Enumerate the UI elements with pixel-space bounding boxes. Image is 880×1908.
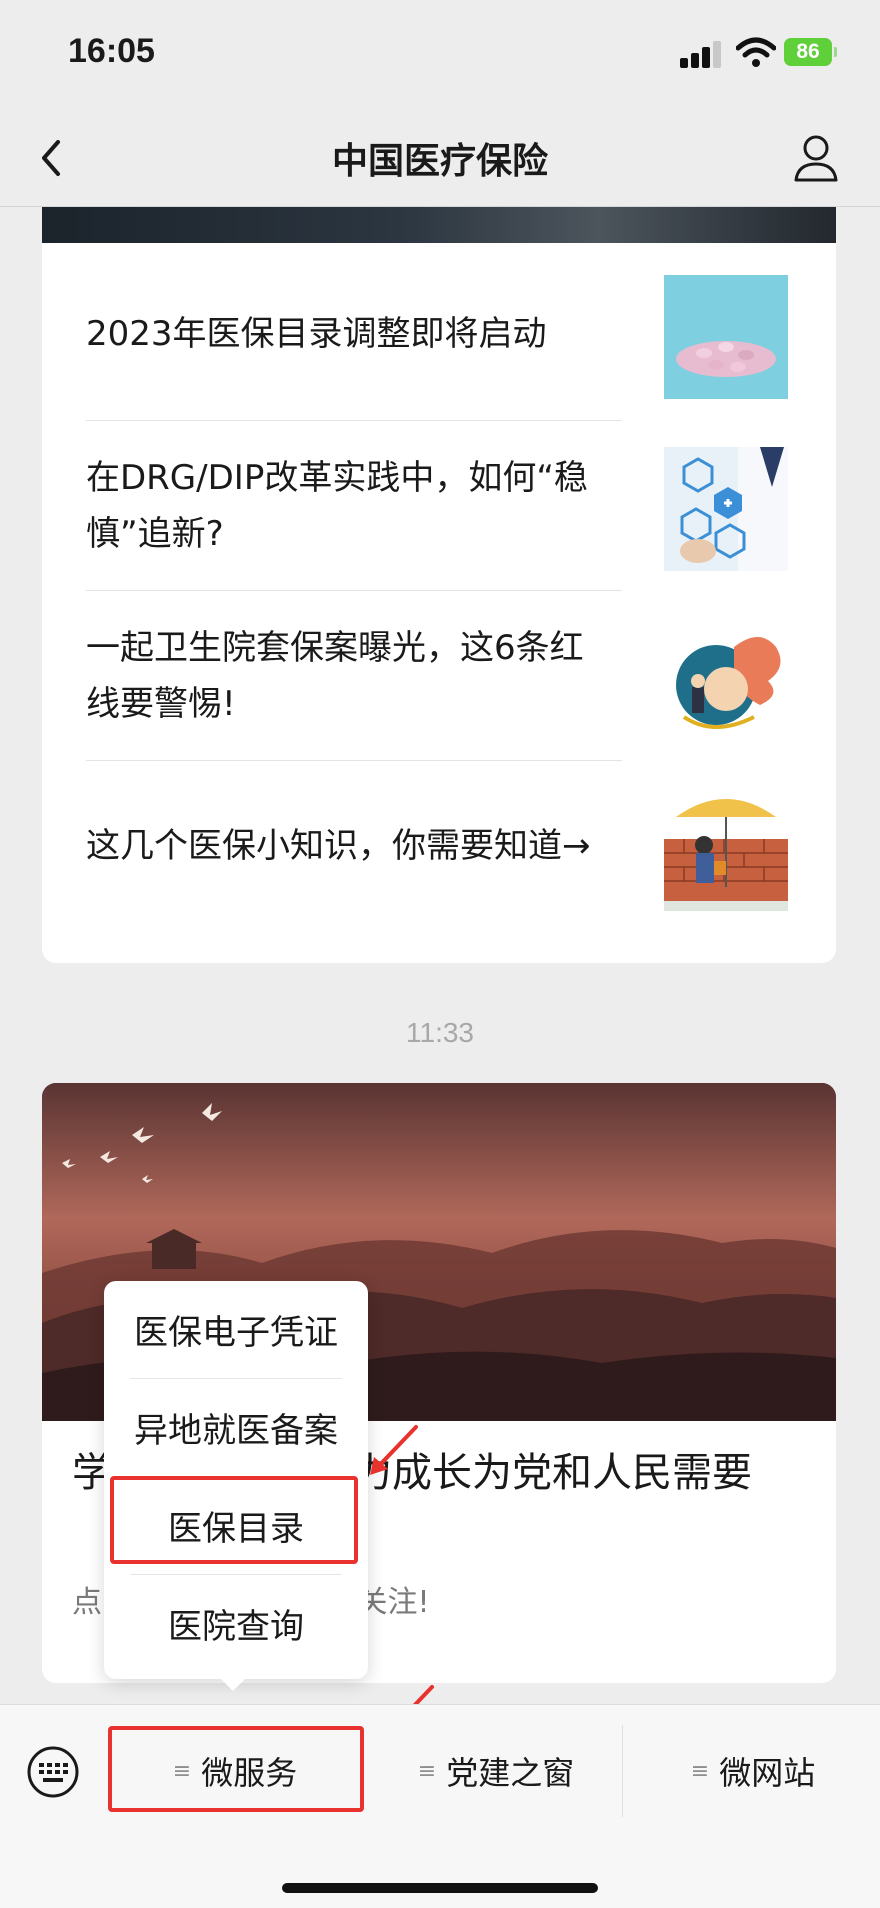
medical-thumbnail-image [664,447,788,571]
article-item[interactable]: 在DRG/DIP改革实践中，如何“稳慎”追新? [86,421,826,591]
highlight-box-micro-service [108,1726,364,1812]
menu-item-insurance-e-voucher[interactable]: 医保电子凭证 [104,1281,368,1378]
article-cover-image[interactable] [42,207,836,243]
menu-item-remote-medical-filing[interactable]: 异地就医备案 [104,1379,368,1476]
menu-lines-icon: ≡ [690,1758,710,1784]
article-title: 一起卫生院套保案曝光，这6条红线要警惕! [86,628,584,724]
red-arrow-icon [370,1425,418,1475]
article-title: 在DRG/DIP改革实践中，如何“稳慎”追新? [86,458,588,554]
red-arrow-icon [413,1685,434,1704]
page-title: 中国医疗保险 [331,141,548,182]
pills-thumbnail-image [664,275,788,399]
status-time: 16:05 [68,32,155,70]
tab-label: 党建之窗 [446,1754,575,1792]
wifi-icon [736,37,776,67]
article-card[interactable]: 2023年医保目录调整即将启动 在DRG/DIP改革实践中，如何“稳慎”追新? [42,207,836,963]
article-item[interactable]: 2023年医保目录调整即将启动 [86,249,826,419]
article-title: 这几个医保小知识，你需要知道→ [86,826,591,866]
bottom-menu-bar: ≡ 微服务 ≡ 党建之窗 ≡ 微网站 [0,1704,880,1908]
article-title: 2023年医保目录调整即将启动 [86,314,547,354]
status-bar: 16:05 86 [0,0,880,110]
nav-bar: 中国医疗保险 [0,110,880,207]
menu-item-hospital-lookup[interactable]: 医院查询 [104,1575,368,1672]
tab-party-building[interactable]: ≡ 党建之窗 [372,1721,620,1821]
article-item[interactable]: 一起卫生院套保案曝光，这6条红线要警惕! [86,591,826,761]
divider [622,1725,623,1817]
person-icon[interactable] [786,128,846,188]
message-feed[interactable]: 2023年医保目录调整即将启动 在DRG/DIP改革实践中，如何“稳慎”追新? [0,207,880,1704]
home-indicator[interactable] [282,1883,598,1893]
signal-icon [680,40,722,68]
menu-lines-icon: ≡ [417,1758,437,1784]
tab-micro-website[interactable]: ≡ 微网站 [626,1721,880,1821]
battery-indicator: 86 [784,38,837,66]
highlight-box-catalog [110,1476,358,1564]
cartoon-thumbnail-image [664,617,788,741]
keyboard-icon[interactable] [26,1745,80,1799]
tab-label: 微网站 [719,1754,816,1792]
umbrella-thumbnail-image [664,787,788,911]
message-timestamp: 11:33 [406,1017,474,1048]
article-item[interactable]: 这几个医保小知识，你需要知道→ [86,761,826,931]
